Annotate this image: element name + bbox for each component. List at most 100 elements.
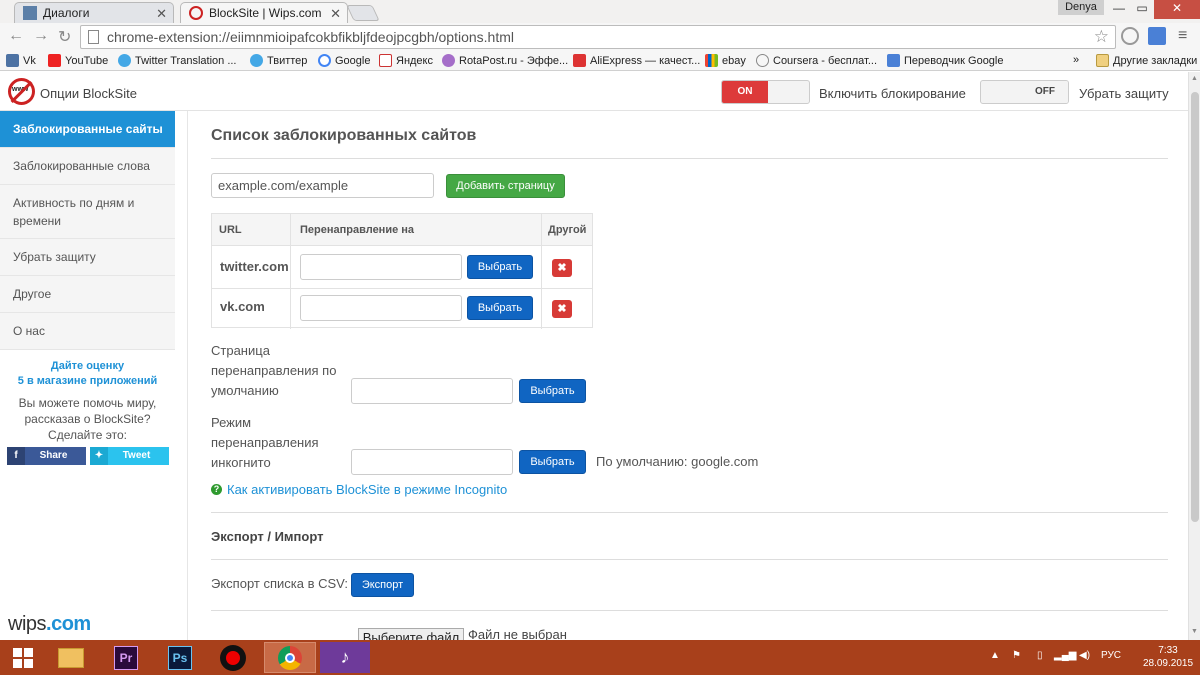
battery-icon[interactable]: ▯ xyxy=(1037,650,1043,661)
export-button[interactable]: Экспорт xyxy=(351,573,414,597)
page-icon xyxy=(88,30,99,44)
bookmark-vk[interactable]: Vk xyxy=(6,54,36,67)
sidebar-item-other[interactable]: Другое xyxy=(0,276,175,313)
file-not-chosen-label: Файл не выбран xyxy=(468,627,567,640)
close-tab-icon[interactable]: ✕ xyxy=(156,6,167,22)
page-scrollbar[interactable]: ▲ ▼ xyxy=(1188,72,1200,640)
taskbar-photoshop[interactable]: Ps xyxy=(157,642,203,673)
forward-icon[interactable]: → xyxy=(33,27,49,45)
help-spread-text: Вы можете помочь миру, рассказав о Block… xyxy=(18,396,157,442)
sidebar-item-remove-protection[interactable]: Убрать защиту xyxy=(0,239,175,276)
address-bar[interactable]: chrome-extension://eiimnmioipafcokbfikbl… xyxy=(80,25,1116,49)
bookmark-star-icon[interactable]: ☆ xyxy=(1094,26,1109,48)
new-tab-button[interactable] xyxy=(346,5,380,21)
select-redirect-button[interactable]: Выбрать xyxy=(467,296,533,320)
bookmark-google-translate[interactable]: Переводчик Google xyxy=(887,54,1004,67)
facebook-share-button[interactable]: f Share xyxy=(7,447,86,465)
remove-protection-label: Убрать защиту xyxy=(1079,86,1169,101)
close-tab-icon[interactable]: ✕ xyxy=(330,6,341,22)
default-redirect-input[interactable] xyxy=(351,378,513,404)
menu-icon[interactable]: ≡ xyxy=(1178,27,1187,45)
bookmark-ebay[interactable]: ebay xyxy=(705,54,746,67)
incognito-redirect-select-button[interactable]: Выбрать xyxy=(519,450,586,474)
record-icon xyxy=(220,644,246,671)
default-redirect-select-button[interactable]: Выбрать xyxy=(519,379,586,403)
google-icon xyxy=(318,54,331,67)
column-header-other: Другой xyxy=(548,224,587,236)
bookmark-twitter[interactable]: Твиттер xyxy=(250,54,307,67)
vk-favicon-icon xyxy=(23,6,37,20)
row-url: twitter.com xyxy=(220,259,289,274)
bookmark-google[interactable]: Google xyxy=(318,54,370,67)
sidebar-item-blocked-words[interactable]: Заблокированные слова xyxy=(0,148,175,185)
enable-blocking-label: Включить блокирование xyxy=(819,86,966,101)
delete-row-icon[interactable]: ✖ xyxy=(552,300,572,318)
premiere-icon: Pr xyxy=(114,645,138,670)
back-icon[interactable]: ← xyxy=(8,27,24,45)
bookmark-youtube[interactable]: YouTube xyxy=(48,54,108,67)
scroll-up-arrow-icon[interactable]: ▲ xyxy=(1191,75,1198,82)
bookmarks-overflow-chevron[interactable]: » xyxy=(1073,54,1079,66)
taskbar-media-app[interactable]: ♪ xyxy=(320,642,370,673)
flag-icon[interactable]: ⚑ xyxy=(1012,650,1021,661)
page-header: www Опции BlockSite ON Включить блокиров… xyxy=(0,72,1188,111)
bookmark-aliexpress[interactable]: AliExpress — качест... xyxy=(573,54,700,67)
scroll-down-arrow-icon[interactable]: ▼ xyxy=(1191,628,1198,635)
coursera-icon xyxy=(756,54,769,67)
sidebar: Заблокированные сайты Заблокированные сл… xyxy=(0,111,188,640)
incognito-help-link[interactable]: ? Как активировать BlockSite в режиме In… xyxy=(211,482,507,497)
google-translate-extension-icon[interactable] xyxy=(1148,27,1166,45)
bookmark-rotapost[interactable]: RotaPost.ru - Эффе... xyxy=(442,54,568,67)
youtube-icon xyxy=(48,54,61,67)
bookmark-coursera[interactable]: Coursera - бесплат... xyxy=(756,54,877,67)
maximize-icon[interactable]: ▭ xyxy=(1132,0,1152,19)
add-site-input[interactable]: example.com/example xyxy=(211,173,434,198)
taskbar-recorder[interactable] xyxy=(210,642,256,673)
volume-icon[interactable]: ◀) xyxy=(1079,650,1090,661)
folder-icon xyxy=(1096,54,1109,67)
language-indicator[interactable]: РУС xyxy=(1101,650,1121,661)
bookmark-yandex[interactable]: Яндекс xyxy=(379,54,433,67)
wips-logo[interactable]: wips.com xyxy=(8,613,91,636)
other-bookmarks[interactable]: Другие закладки xyxy=(1096,54,1197,67)
taskbar-clock[interactable]: 7:33 28.09.2015 xyxy=(1140,644,1196,670)
taskbar-explorer[interactable] xyxy=(48,642,94,673)
extension-icon[interactable] xyxy=(1121,27,1139,45)
column-header-redirect: Перенаправление на xyxy=(300,224,415,236)
folder-icon xyxy=(58,647,84,668)
export-csv-label: Экспорт списка в CSV: xyxy=(211,576,348,591)
redirect-input[interactable] xyxy=(300,254,462,280)
signal-icon[interactable]: ▂▄▆ xyxy=(1054,650,1076,661)
sidebar-item-blocked-sites[interactable]: Заблокированные сайты xyxy=(0,111,175,148)
bookmark-twitter-translation[interactable]: Twitter Translation ... xyxy=(118,54,236,67)
sidebar-item-activity-schedule[interactable]: Активность по дням и времени xyxy=(0,185,175,239)
question-icon: ? xyxy=(211,484,222,495)
profile-user-button[interactable]: Denya xyxy=(1058,0,1104,15)
minimize-icon[interactable]: — xyxy=(1108,0,1130,19)
table-divider xyxy=(541,214,542,329)
tray-expand-icon[interactable]: ▲ xyxy=(990,650,1000,661)
taskbar-premiere[interactable]: Pr xyxy=(103,642,149,673)
twitter-tweet-button[interactable]: ✦ Tweet xyxy=(90,447,169,465)
tab-dialogs[interactable]: Диалоги ✕ xyxy=(14,2,174,23)
sidebar-item-about[interactable]: О нас xyxy=(0,313,175,350)
start-button[interactable] xyxy=(0,642,46,673)
delete-row-icon[interactable]: ✖ xyxy=(552,259,572,277)
incognito-redirect-input[interactable] xyxy=(351,449,513,475)
enable-blocking-toggle[interactable]: ON xyxy=(721,80,810,104)
taskbar-chrome[interactable] xyxy=(264,642,316,673)
add-page-button[interactable]: Добавить страницу xyxy=(446,174,565,198)
window-close-icon[interactable]: ✕ xyxy=(1154,0,1200,19)
choose-file-button[interactable]: Выберите файл xyxy=(358,628,464,640)
remove-protection-toggle[interactable]: OFF xyxy=(980,80,1069,104)
redirect-input[interactable] xyxy=(300,295,462,321)
rotapost-icon xyxy=(442,54,455,67)
browser-toolbar: ← → ↻ chrome-extension://eiimnmioipafcok… xyxy=(0,23,1200,51)
reload-icon[interactable]: ↻ xyxy=(58,27,71,47)
scrollbar-thumb[interactable] xyxy=(1191,92,1199,522)
bookmarks-bar: Vk YouTube Twitter Translation ... Твитт… xyxy=(0,51,1200,71)
tab-blocksite[interactable]: BlockSite | Wips.com ✕ xyxy=(180,2,348,23)
select-redirect-button[interactable]: Выбрать xyxy=(467,255,533,279)
rate-app-link[interactable]: Дайте оценку 5 в магазине приложений xyxy=(0,359,175,389)
browser-tab-strip: Диалоги ✕ BlockSite | Wips.com ✕ Denya —… xyxy=(0,0,1200,23)
